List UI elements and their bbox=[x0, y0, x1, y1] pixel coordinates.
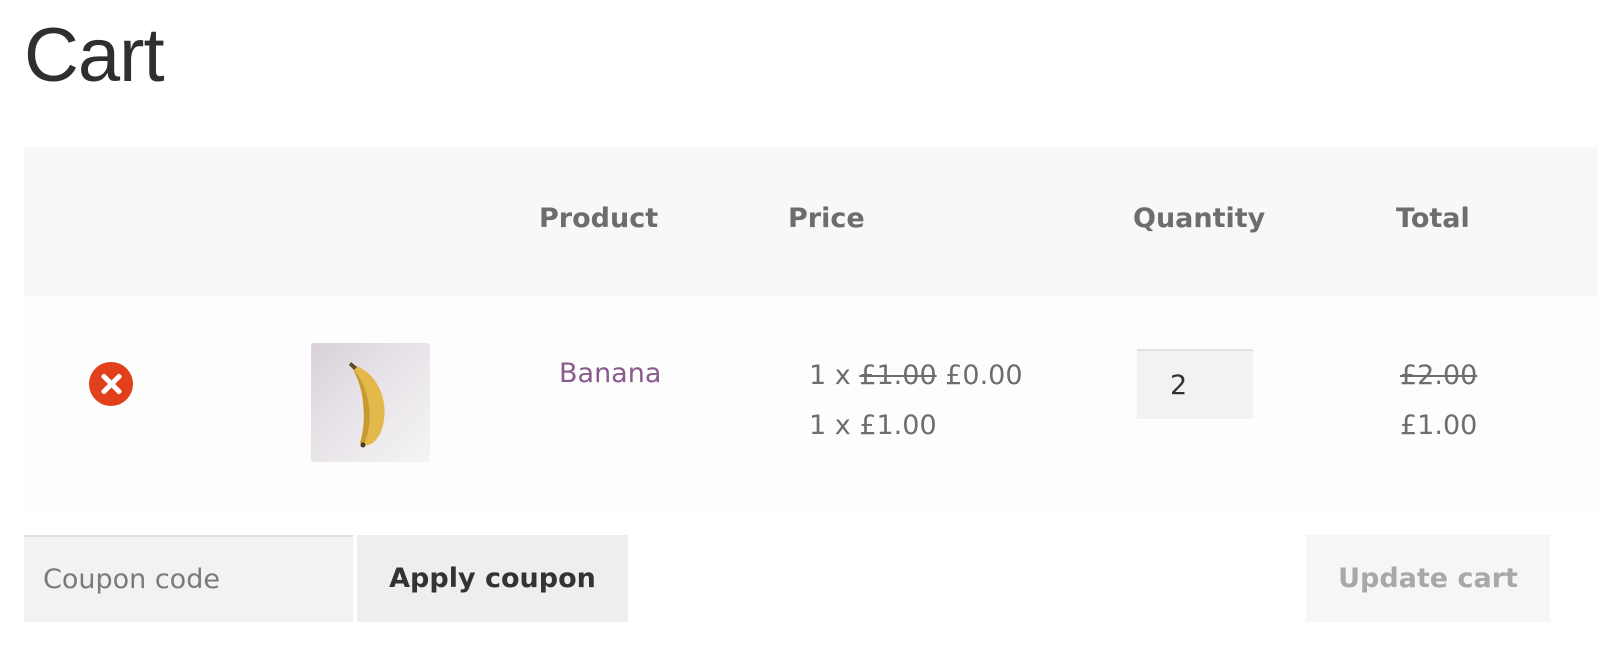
page-title: Cart bbox=[24, 13, 165, 98]
header-quantity: Quantity bbox=[1133, 203, 1266, 234]
update-cart-button[interactable]: Update cart bbox=[1306, 535, 1550, 622]
header-price: Price bbox=[788, 203, 865, 234]
cart-table: Product Price Quantity Total Banana 1 x … bbox=[24, 147, 1598, 514]
product-name-link[interactable]: Banana bbox=[559, 358, 661, 389]
banana-product-image[interactable] bbox=[311, 343, 430, 462]
header-product: Product bbox=[539, 203, 659, 234]
cart-table-header: Product Price Quantity Total bbox=[24, 147, 1598, 296]
line-total: £1.00 bbox=[1400, 410, 1478, 441]
price-prefix: 1 x bbox=[809, 360, 860, 391]
apply-coupon-button[interactable]: Apply coupon bbox=[357, 535, 628, 622]
header-total: Total bbox=[1396, 203, 1470, 234]
price-original-struck: £1.00 bbox=[859, 360, 937, 391]
coupon-code-input[interactable] bbox=[24, 535, 353, 622]
total-original-struck: £2.00 bbox=[1400, 360, 1478, 391]
price-line-regular: 1 x £1.00 bbox=[809, 410, 937, 441]
remove-item-icon[interactable] bbox=[89, 362, 133, 406]
quantity-input[interactable] bbox=[1137, 349, 1253, 419]
price-discounted: £0.00 bbox=[945, 360, 1023, 391]
cart-item-row: Banana 1 x £1.00 £0.00 1 x £1.00 £2.00 £… bbox=[24, 296, 1598, 514]
price-line-discounted: 1 x £1.00 £0.00 bbox=[809, 360, 1023, 391]
